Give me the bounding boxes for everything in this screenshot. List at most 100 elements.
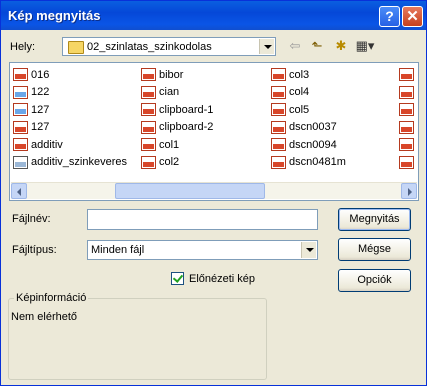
view-menu-icon[interactable]: ▦▾ — [355, 38, 375, 54]
file-name: clipboard-1 — [159, 103, 214, 116]
file-item[interactable]: dscn0481m — [271, 154, 346, 172]
file-column-4-partial — [399, 66, 417, 171]
image-file-icon — [13, 68, 28, 82]
file-item[interactable]: clipboard-2 — [141, 119, 213, 137]
file-item[interactable] — [399, 84, 417, 102]
image-file-icon — [141, 103, 156, 117]
file-item[interactable]: bibor — [141, 66, 213, 84]
file-item[interactable] — [399, 66, 417, 84]
file-name: dscn0037 — [289, 121, 337, 134]
file-item[interactable]: dscn0094 — [271, 136, 346, 154]
filetype-dropdown[interactable]: Minden fájl — [87, 240, 318, 260]
image-file-icon — [141, 155, 156, 169]
image-info-title: Képinformáció — [14, 292, 89, 304]
open-image-dialog: Kép megnyitás ? ✕ Hely: 02_szinlatas_szi… — [0, 0, 427, 386]
file-column-2: bibor cian clipboard-1 clipboard-2 col1 … — [141, 66, 213, 171]
file-item[interactable]: col5 — [271, 101, 346, 119]
image-file-icon — [13, 120, 28, 134]
new-folder-icon[interactable]: ✱ — [331, 38, 351, 54]
file-item[interactable]: 122 — [13, 84, 127, 102]
file-item[interactable]: clipboard-1 — [141, 101, 213, 119]
file-name: bibor — [159, 68, 184, 81]
file-name: 016 — [31, 68, 50, 81]
scroll-left-icon[interactable] — [11, 183, 27, 199]
file-item[interactable] — [399, 119, 417, 137]
chevron-down-icon[interactable] — [301, 242, 316, 258]
location-value: 02_szinlatas_szinkodolas — [87, 41, 212, 53]
close-button[interactable]: ✕ — [402, 6, 423, 27]
image-file-icon — [271, 103, 286, 117]
image-file-icon — [13, 85, 28, 99]
file-column-3: col3 col4 col5 dscn0037 dscn0094 dscn048… — [271, 66, 346, 171]
image-file-icon — [399, 85, 414, 99]
image-file-icon — [13, 138, 28, 152]
file-name: 122 — [31, 86, 50, 99]
file-item[interactable]: 127 — [13, 101, 127, 119]
image-info-text: Nem elérhető — [11, 311, 78, 323]
file-item[interactable]: 127 — [13, 119, 127, 137]
open-button[interactable]: Megnyitás — [338, 208, 411, 231]
image-file-icon — [271, 68, 286, 82]
options-button[interactable]: Opciók — [338, 269, 411, 292]
file-name: additiv_szinkeveres — [31, 156, 127, 169]
image-info-group: Képinformáció Nem elérhető — [8, 292, 267, 380]
image-file-icon — [399, 68, 414, 82]
up-folder-icon[interactable]: ⬑ — [307, 38, 327, 54]
file-name: additiv — [31, 138, 63, 151]
filename-label: Fájlnév: — [12, 213, 51, 225]
filetype-label: Fájltípus: — [12, 244, 57, 256]
file-name: cian — [159, 86, 180, 99]
file-item[interactable]: cian — [141, 84, 213, 102]
image-file-icon — [399, 138, 414, 152]
image-file-icon — [271, 120, 286, 134]
file-name: 127 — [31, 121, 50, 134]
file-list[interactable]: 016 122 127 127 additiv additiv_szinkeve… — [9, 62, 419, 201]
file-item[interactable]: col2 — [141, 154, 213, 172]
file-item[interactable]: dscn0037 — [271, 119, 346, 137]
file-name: col2 — [159, 156, 180, 169]
chevron-down-icon[interactable] — [259, 39, 274, 54]
file-name: col1 — [159, 138, 180, 151]
file-item[interactable]: 016 — [13, 66, 127, 84]
title-bar[interactable]: Kép megnyitás ? ✕ — [1, 1, 426, 30]
file-item[interactable]: additiv — [13, 136, 127, 154]
scroll-right-icon[interactable] — [401, 183, 417, 199]
file-item[interactable] — [399, 154, 417, 172]
image-file-icon — [13, 103, 28, 117]
image-file-icon — [399, 103, 414, 117]
back-arrow-icon[interactable]: ⇦ — [285, 38, 305, 54]
image-file-icon — [271, 85, 286, 99]
file-item[interactable]: col4 — [271, 84, 346, 102]
document-file-icon — [13, 155, 28, 169]
filename-input[interactable] — [87, 209, 318, 230]
window-title: Kép megnyitás — [8, 8, 101, 23]
file-item[interactable] — [399, 136, 417, 154]
folder-icon — [68, 41, 84, 54]
file-name: col5 — [289, 103, 310, 116]
file-item[interactable]: col1 — [141, 136, 213, 154]
file-item[interactable]: col3 — [271, 66, 346, 84]
file-name: dscn0481m — [289, 156, 346, 169]
file-column-1: 016 122 127 127 additiv additiv_szinkeve… — [13, 66, 127, 171]
image-file-icon — [399, 155, 414, 169]
image-file-icon — [141, 85, 156, 99]
location-dropdown[interactable]: 02_szinlatas_szinkodolas — [62, 37, 276, 56]
filetype-value: Minden fájl — [91, 244, 145, 256]
cancel-button[interactable]: Mégse — [338, 238, 411, 261]
image-file-icon — [141, 120, 156, 134]
help-button[interactable]: ? — [379, 6, 400, 27]
file-name: clipboard-2 — [159, 121, 214, 134]
horizontal-scrollbar[interactable] — [11, 182, 417, 199]
preview-label: Előnézeti kép — [189, 273, 256, 285]
image-file-icon — [271, 138, 286, 152]
file-name: col3 — [289, 68, 310, 81]
image-file-icon — [399, 120, 414, 134]
file-name: dscn0094 — [289, 138, 337, 151]
preview-checkbox[interactable] — [171, 272, 184, 285]
image-file-icon — [271, 155, 286, 169]
location-label: Hely: — [10, 41, 36, 53]
file-item[interactable] — [399, 101, 417, 119]
file-item[interactable]: additiv_szinkeveres — [13, 154, 127, 172]
scrollbar-thumb[interactable] — [115, 183, 265, 199]
image-file-icon — [141, 68, 156, 82]
